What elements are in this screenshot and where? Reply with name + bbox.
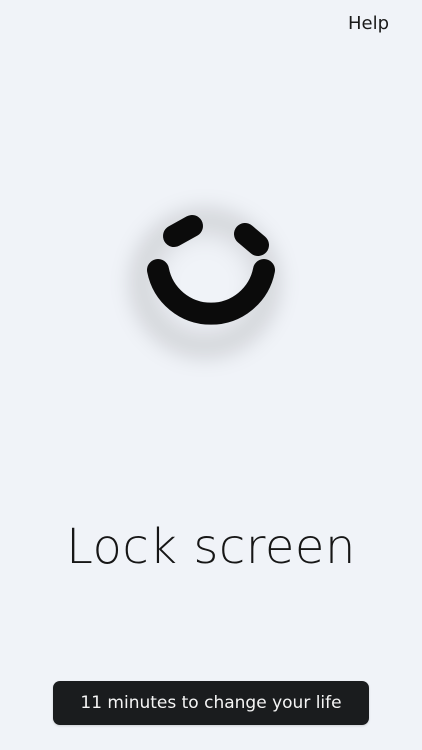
app-logo: [110, 178, 310, 378]
logo-smile: [147, 259, 275, 325]
logo-left-eye: [163, 215, 203, 247]
cta-button[interactable]: 11 minutes to change your life: [53, 681, 369, 725]
help-link[interactable]: Help: [348, 12, 389, 36]
logo-right-eye: [234, 223, 269, 256]
smile-logo-icon: [147, 215, 275, 325]
page-title: Lock screen: [66, 519, 356, 575]
